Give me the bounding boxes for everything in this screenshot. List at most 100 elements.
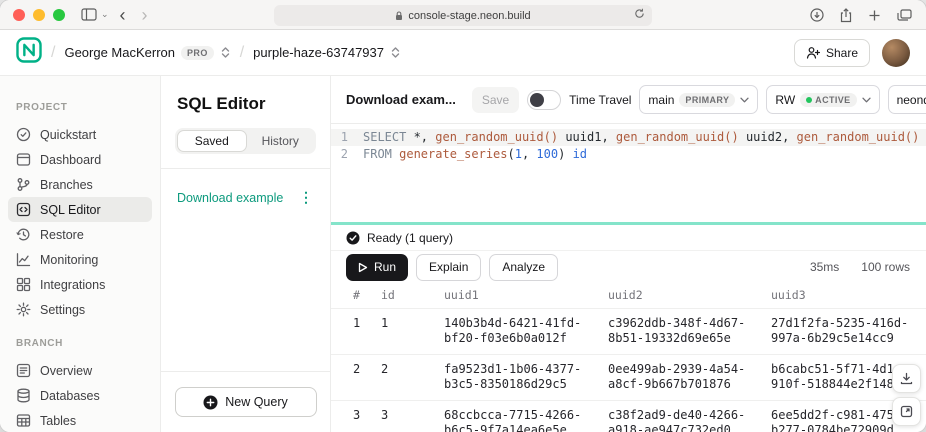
sidebar-item-label: Quickstart	[40, 128, 96, 142]
saved-history-tabs: Saved History	[175, 128, 316, 154]
downloads-icon[interactable]	[810, 8, 824, 22]
sidebar-item-label: Monitoring	[40, 253, 98, 267]
sidebar-item-tables[interactable]: Tables	[8, 408, 152, 432]
reload-icon[interactable]	[634, 8, 645, 19]
user-avatar[interactable]	[882, 39, 910, 67]
sidebar-item-label: Dashboard	[40, 153, 101, 167]
browser-sidebar-icon[interactable]	[81, 8, 97, 21]
branches-icon	[16, 177, 31, 192]
settings-gear-icon	[16, 302, 31, 317]
results-floating-actions	[892, 364, 921, 426]
run-button[interactable]: Run	[346, 254, 408, 281]
cell-id: 2	[381, 355, 444, 400]
cell-uuid2: c3962ddb-348f-4d67-8b51-19332d69e65e	[608, 309, 771, 354]
tab-saved[interactable]: Saved	[177, 130, 247, 152]
cell-uuid2: c38f2ad9-de40-4266-a918-ae947c732ed0	[608, 401, 771, 432]
pro-badge: PRO	[181, 46, 214, 60]
sidebar-item-databases[interactable]: Databases	[8, 383, 152, 408]
quickstart-icon	[16, 127, 31, 142]
zoom-window-button[interactable]	[53, 9, 65, 21]
sidebar-item-restore[interactable]: Restore	[8, 222, 152, 247]
tab-history[interactable]: History	[247, 130, 315, 152]
breadcrumb-slash: /	[51, 44, 55, 62]
play-icon	[358, 262, 368, 273]
sidebar-item-sql-editor[interactable]: SQL Editor	[8, 197, 152, 222]
status-text: Ready (1 query)	[367, 231, 453, 245]
close-window-button[interactable]	[13, 9, 25, 21]
run-label: Run	[374, 260, 396, 274]
sidebar-item-monitoring[interactable]: Monitoring	[8, 247, 152, 272]
sidebar-chevron-icon[interactable]: ⌄	[101, 9, 109, 20]
col-index: #	[331, 288, 381, 303]
new-tab-icon[interactable]	[868, 9, 881, 22]
sidebar-item-label: Databases	[40, 389, 100, 403]
analyze-button[interactable]: Analyze	[489, 254, 558, 281]
query-actions: Run Explain Analyze 35ms 100 rows	[331, 251, 926, 283]
explain-button[interactable]: Explain	[416, 254, 481, 281]
org-breadcrumb[interactable]: George MacKerron PRO	[64, 45, 230, 60]
monitoring-icon	[16, 252, 31, 267]
download-results-button[interactable]	[892, 364, 921, 393]
window-controls	[13, 9, 65, 21]
primary-badge: PRIMARY	[679, 93, 735, 107]
panel-footer: New Query	[161, 371, 330, 432]
sidebar-item-label: Tables	[40, 414, 76, 428]
sidebar-section-branch: BRANCH	[0, 338, 160, 349]
dashboard-icon	[16, 152, 31, 167]
sidebar-item-label: SQL Editor	[40, 203, 101, 217]
sidebar-item-label: Branches	[40, 178, 93, 192]
cell-uuid1: 68ccbcca-7715-4266-b6c5-9f7a14ea6e5e	[444, 401, 608, 432]
share-button[interactable]: Share	[794, 39, 870, 67]
chevron-down-icon	[740, 97, 749, 103]
address-bar[interactable]: console-stage.neon.build	[274, 5, 652, 26]
expand-icon	[900, 405, 913, 418]
line-number: 2	[331, 146, 355, 163]
forward-button[interactable]: ›	[137, 6, 153, 24]
minimize-window-button[interactable]	[33, 9, 45, 21]
restore-icon	[16, 227, 31, 242]
expand-results-button[interactable]	[892, 397, 921, 426]
active-badge: ACTIVE	[800, 93, 856, 107]
cell-index: 2	[331, 355, 381, 400]
saved-query-item[interactable]: Download example ⋮	[161, 182, 330, 213]
toggle-knob	[530, 93, 544, 107]
new-query-button[interactable]: New Query	[175, 387, 317, 417]
query-status-bar: Ready (1 query)	[331, 225, 926, 251]
row-count: 100 rows	[861, 260, 910, 274]
back-button[interactable]: ‹	[115, 6, 131, 24]
compute-selector[interactable]: RW ACTIVE	[766, 85, 879, 114]
save-button[interactable]: Save	[472, 87, 519, 113]
lock-icon	[395, 11, 403, 21]
cell-id: 3	[381, 401, 444, 432]
share-icon[interactable]	[840, 8, 852, 23]
tables-icon	[16, 413, 31, 428]
app-header: / George MacKerron PRO / purple-haze-637…	[0, 30, 926, 76]
cell-uuid1: 140b3b4d-6421-41fd-bf20-f03e6b0a012f	[444, 309, 608, 354]
code-text: FROM generate_series(1, 100) id	[355, 146, 587, 163]
sidebar-item-overview[interactable]: Overview	[8, 358, 152, 383]
code-line: 2 FROM generate_series(1, 100) id	[331, 146, 926, 163]
sidebar-item-settings[interactable]: Settings	[8, 297, 152, 322]
sidebar-item-dashboard[interactable]: Dashboard	[8, 147, 152, 172]
database-name: neondb	[897, 93, 926, 107]
browser-toolbar: ⌄ ‹ › console-stage.neon.build	[0, 0, 926, 30]
database-selector[interactable]: neondb	[888, 85, 926, 114]
branch-selector[interactable]: main PRIMARY	[639, 85, 758, 114]
cell-index: 3	[331, 401, 381, 432]
neon-logo[interactable]	[16, 37, 42, 68]
query-menu-icon[interactable]: ⋮	[296, 189, 316, 206]
col-id: id	[381, 288, 444, 303]
chevron-down-icon	[862, 97, 871, 103]
sql-code-editor[interactable]: 1 SELECT *, gen_random_uuid() uuid1, gen…	[331, 124, 926, 222]
project-breadcrumb[interactable]: purple-haze-63747937	[253, 45, 401, 60]
share-label: Share	[826, 46, 858, 60]
sidebar-item-label: Settings	[40, 303, 85, 317]
cell-index: 1	[331, 309, 381, 354]
sidebar-item-quickstart[interactable]: Quickstart	[8, 122, 152, 147]
time-travel-toggle[interactable]	[527, 90, 561, 110]
sidebar-item-branches[interactable]: Branches	[8, 172, 152, 197]
sidebar-item-integrations[interactable]: Integrations	[8, 272, 152, 297]
tab-overview-icon[interactable]	[897, 9, 912, 22]
cell-id: 1	[381, 309, 444, 354]
table-row: 2 2 fa9523d1-1b06-4377-b3c5-8350186d29c5…	[331, 355, 926, 401]
